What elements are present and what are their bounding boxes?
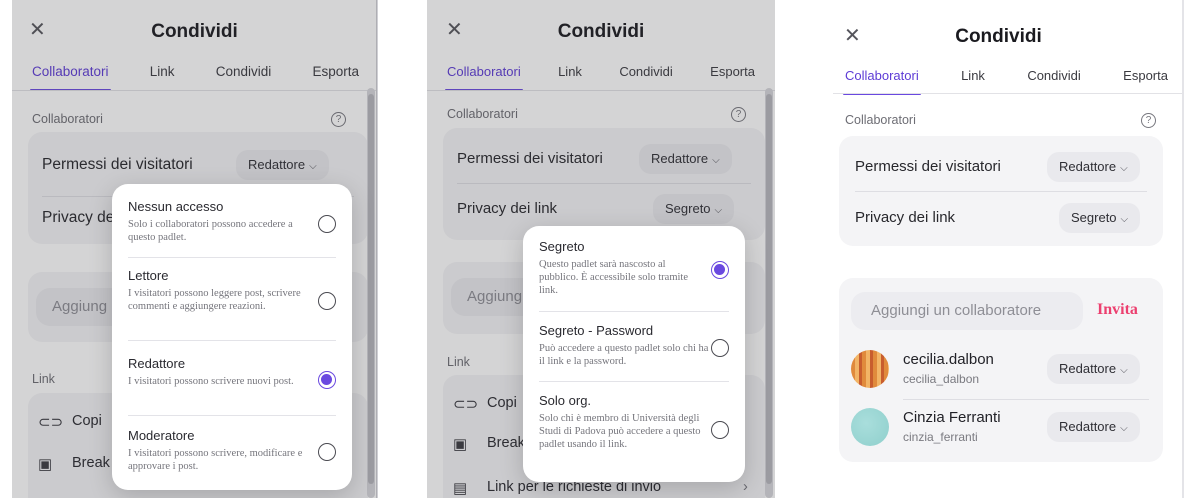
collaborator-handle: cinzia_ferranti xyxy=(903,430,978,444)
dialog-header: ✕ Condividi xyxy=(833,0,1182,60)
dialog-title: Condividi xyxy=(955,26,1042,47)
radio-moderatore[interactable] xyxy=(318,443,336,461)
option-redattore[interactable]: Redattore I visitatori possono scrivere … xyxy=(128,356,336,389)
share-panel-collaborators: ✕ Condividi Collaboratori Link Condividi… xyxy=(833,0,1182,498)
chevron-down-icon: ⌵ xyxy=(1120,423,1128,434)
radio-nessun-accesso[interactable] xyxy=(318,215,336,233)
radio-redattore[interactable] xyxy=(318,371,336,389)
tab-link[interactable]: Link xyxy=(961,66,985,96)
share-panel-privacy: ✕ Condividi Collaboratori Link Condividi… xyxy=(427,0,775,498)
invite-button[interactable]: Invita xyxy=(1097,301,1138,319)
visitor-permissions-menu: Nessun accesso Solo i collaboratori poss… xyxy=(112,184,352,490)
radio-segreto[interactable] xyxy=(711,261,729,279)
chevron-down-icon: ⌵ xyxy=(1120,365,1128,376)
permissions-card: Permessi dei visitatori Redattore ⌵ Priva… xyxy=(839,136,1163,246)
link-privacy-select[interactable]: Segreto ⌵ xyxy=(1059,203,1141,233)
option-moderatore[interactable]: Moderatore I visitatori possono scrivere… xyxy=(128,428,336,473)
option-segreto[interactable]: Segreto Questo padlet sarà nascosto al p… xyxy=(539,239,729,297)
link-privacy-menu: Segreto Questo padlet sarà nascosto al p… xyxy=(523,226,745,482)
visitor-permissions-select[interactable]: Redattore ⌵ xyxy=(1047,152,1140,182)
share-panel-permissions: ✕ Condividi Collaboratori Link Condividi… xyxy=(12,0,377,498)
tab-collaboratori[interactable]: Collaboratori xyxy=(843,66,921,96)
link-privacy-label: Privacy dei link xyxy=(855,209,956,226)
collaborator-name: Cinzia Ferranti xyxy=(903,409,1001,426)
avatar xyxy=(851,350,889,388)
option-lettore[interactable]: Lettore I visitatori possono leggere pos… xyxy=(128,268,336,313)
radio-lettore[interactable] xyxy=(318,292,336,310)
invite-input[interactable]: Aggiungi un collaboratore xyxy=(851,292,1083,330)
option-nessun-accesso[interactable]: Nessun accesso Solo i collaboratori poss… xyxy=(128,199,336,244)
avatar xyxy=(851,408,889,446)
option-solo-org[interactable]: Solo org. Solo chi è membro di Universit… xyxy=(539,393,729,451)
tab-esporta[interactable]: Esporta xyxy=(1123,66,1168,96)
collaborator-name: cecilia.dalbon xyxy=(903,351,994,368)
help-icon[interactable]: ? xyxy=(1141,113,1156,128)
option-segreto-password[interactable]: Segreto - Password Può accedere a questo… xyxy=(539,323,729,368)
section-label-collaboratori: Collaboratori xyxy=(845,113,916,127)
chevron-down-icon: ⌵ xyxy=(1120,163,1128,174)
invite-card: Aggiungi un collaboratore Invita cecilia… xyxy=(839,278,1163,462)
visitor-permissions-label: Permessi dei visitatori xyxy=(855,158,1001,175)
collaborator-role-select[interactable]: Redattore ⌵ xyxy=(1047,412,1140,442)
tab-bar: Collaboratori Link Condividi Esporta xyxy=(833,66,1182,96)
radio-segreto-password[interactable] xyxy=(711,339,729,357)
collaborator-handle: cecilia_dalbon xyxy=(903,372,980,386)
tab-condividi[interactable]: Condividi xyxy=(1027,66,1080,96)
chevron-down-icon: ⌵ xyxy=(1120,214,1129,225)
collaborator-role-select[interactable]: Redattore ⌵ xyxy=(1047,354,1140,384)
radio-solo-org[interactable] xyxy=(711,421,729,439)
